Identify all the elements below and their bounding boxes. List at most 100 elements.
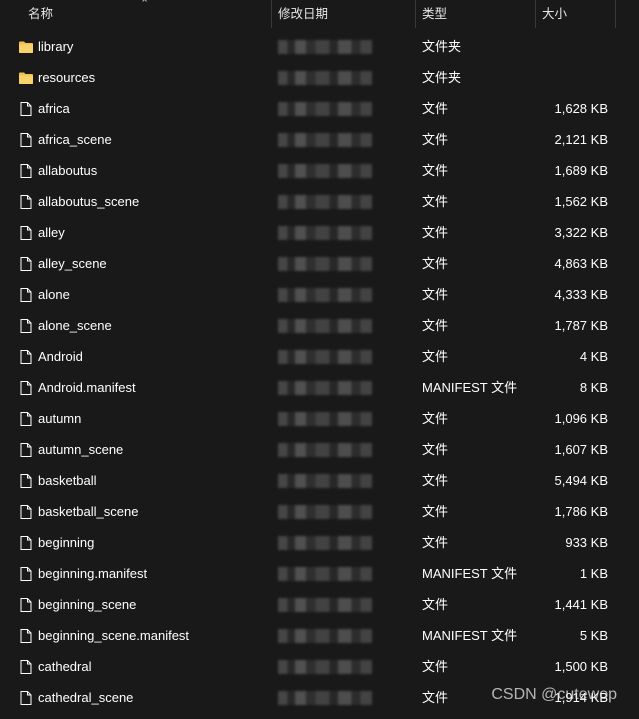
file-row[interactable]: beginning.manifest MANIFEST 文件 1 KB xyxy=(0,558,639,589)
file-name: alley xyxy=(38,225,65,240)
modified-date-redacted xyxy=(278,40,372,54)
file-name: basketball_scene xyxy=(38,504,139,519)
file-type: 文件 xyxy=(422,132,449,147)
file-row[interactable]: africa_scene 文件 2,121 KB xyxy=(0,124,639,155)
modified-date-redacted xyxy=(278,195,372,209)
watermark: CSDN @cutewop xyxy=(491,686,617,703)
file-type: 文件 xyxy=(422,597,449,612)
modified-date-redacted xyxy=(278,319,372,333)
file-size: 1,786 KB xyxy=(554,504,609,519)
file-type: 文件 xyxy=(422,101,449,116)
file-icon xyxy=(18,318,34,334)
file-row[interactable]: Android.manifest MANIFEST 文件 8 KB xyxy=(0,372,639,403)
file-size: 933 KB xyxy=(565,535,608,550)
file-row[interactable]: alley_scene 文件 4,863 KB xyxy=(0,248,639,279)
file-type: 文件夹 xyxy=(422,70,462,85)
file-size: 1,787 KB xyxy=(554,318,609,333)
modified-date-redacted xyxy=(278,443,372,457)
file-row[interactable]: basketball 文件 5,494 KB xyxy=(0,465,639,496)
file-size: 8 KB xyxy=(579,380,608,395)
file-size: 1,689 KB xyxy=(554,163,609,178)
file-row[interactable]: autumn_scene 文件 1,607 KB xyxy=(0,434,639,465)
file-row[interactable]: alone 文件 4,333 KB xyxy=(0,279,639,310)
file-row[interactable]: Android 文件 4 KB xyxy=(0,341,639,372)
file-size: 1,441 KB xyxy=(554,597,609,612)
modified-date-redacted xyxy=(278,505,372,519)
file-name: beginning_scene xyxy=(38,597,137,612)
file-row[interactable]: africa 文件 1,628 KB xyxy=(0,93,639,124)
file-row[interactable]: cathedral 文件 1,500 KB xyxy=(0,651,639,682)
file-type: 文件 xyxy=(422,659,449,674)
file-name: africa xyxy=(38,101,70,116)
file-type: 文件 xyxy=(422,690,449,705)
file-row[interactable]: autumn 文件 1,096 KB xyxy=(0,403,639,434)
column-divider[interactable] xyxy=(615,0,616,28)
modified-date-redacted xyxy=(278,536,372,550)
file-row[interactable]: library 文件夹 xyxy=(0,31,639,62)
file-icon xyxy=(18,473,34,489)
column-header-bar: 名称 ⌃ 修改日期 类型 大小 xyxy=(0,0,639,28)
file-size: 4 KB xyxy=(579,349,608,364)
file-row[interactable]: resources 文件夹 xyxy=(0,62,639,93)
column-header-size[interactable]: 大小 xyxy=(536,0,615,28)
file-row[interactable]: basketball_scene 文件 1,786 KB xyxy=(0,496,639,527)
file-size: 4,863 KB xyxy=(554,256,609,271)
file-type: 文件 xyxy=(422,256,449,271)
modified-date-redacted xyxy=(278,288,372,302)
file-size: 2,121 KB xyxy=(554,132,609,147)
modified-date-redacted xyxy=(278,629,372,643)
file-type: 文件 xyxy=(422,194,449,209)
modified-date-redacted xyxy=(278,226,372,240)
file-size: 3,322 KB xyxy=(554,225,609,240)
file-row[interactable]: allaboutus_scene 文件 1,562 KB xyxy=(0,186,639,217)
file-icon xyxy=(18,256,34,272)
file-name: allaboutus xyxy=(38,163,98,178)
file-type: 文件 xyxy=(422,442,449,457)
file-icon xyxy=(18,101,34,117)
file-type: 文件 xyxy=(422,504,449,519)
file-row[interactable]: beginning_scene 文件 1,441 KB xyxy=(0,589,639,620)
file-name: alone_scene xyxy=(38,318,112,333)
file-icon xyxy=(18,535,34,551)
modified-date-redacted xyxy=(278,164,372,178)
file-icon xyxy=(18,628,34,644)
file-size: 5 KB xyxy=(579,628,608,643)
file-icon xyxy=(18,504,34,520)
file-name: beginning_scene.manifest xyxy=(38,628,190,643)
modified-date-redacted xyxy=(278,102,372,116)
file-size: 5,494 KB xyxy=(554,473,609,488)
file-name: beginning xyxy=(38,535,95,550)
file-name: alone xyxy=(38,287,70,302)
file-name: autumn_scene xyxy=(38,442,124,457)
file-icon xyxy=(18,225,34,241)
file-icon xyxy=(18,194,34,210)
file-icon xyxy=(18,659,34,675)
file-type: 文件 xyxy=(422,225,449,240)
file-type: MANIFEST 文件 xyxy=(422,628,518,643)
file-size: 1,562 KB xyxy=(554,194,609,209)
file-icon xyxy=(18,690,34,706)
file-name: allaboutus_scene xyxy=(38,194,140,209)
file-type: MANIFEST 文件 xyxy=(422,566,518,581)
file-row[interactable]: beginning_scene.manifest MANIFEST 文件 5 KB xyxy=(0,620,639,651)
modified-date-redacted xyxy=(278,257,372,271)
column-header-date[interactable]: 修改日期 xyxy=(272,0,415,28)
file-size: 1,628 KB xyxy=(554,101,609,116)
modified-date-redacted xyxy=(278,474,372,488)
file-name: Android.manifest xyxy=(38,380,136,395)
file-name: Android xyxy=(38,349,83,364)
file-row[interactable]: alley 文件 3,322 KB xyxy=(0,217,639,248)
modified-date-redacted xyxy=(278,381,372,395)
file-row[interactable]: beginning 文件 933 KB xyxy=(0,527,639,558)
file-icon xyxy=(18,566,34,582)
file-row[interactable]: allaboutus 文件 1,689 KB xyxy=(0,155,639,186)
folder-icon xyxy=(18,70,34,86)
file-icon xyxy=(18,132,34,148)
file-row[interactable]: alone_scene 文件 1,787 KB xyxy=(0,310,639,341)
modified-date-redacted xyxy=(278,133,372,147)
modified-date-redacted xyxy=(278,567,372,581)
file-icon xyxy=(18,287,34,303)
sort-ascending-icon: ⌃ xyxy=(140,0,150,10)
modified-date-redacted xyxy=(278,598,372,612)
column-header-type[interactable]: 类型 xyxy=(416,0,535,28)
